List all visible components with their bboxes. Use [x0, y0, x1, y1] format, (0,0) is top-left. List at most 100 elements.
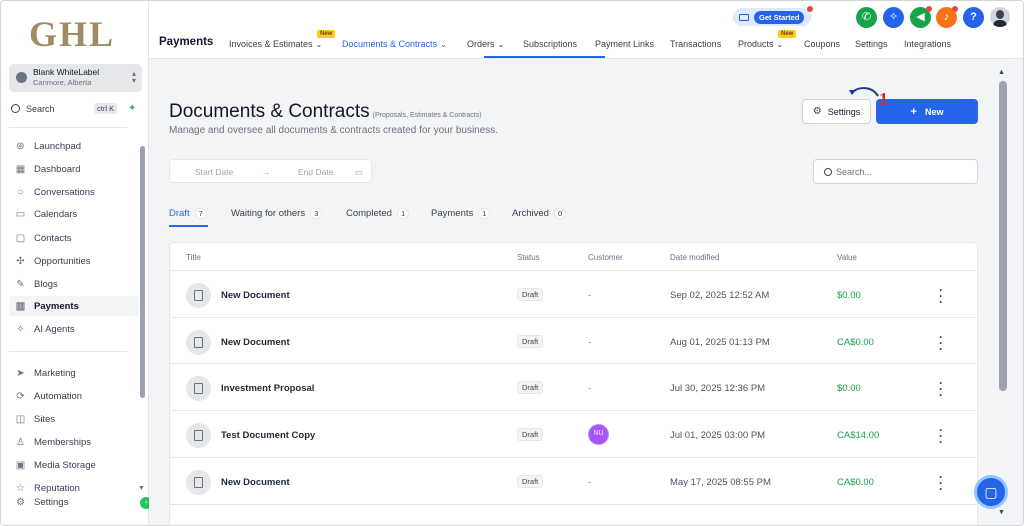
sidebar-item-opportunities[interactable]: ✣ Opportunities [9, 251, 139, 271]
tab-label: Payment Links [595, 39, 655, 49]
tab-transactions[interactable]: Transactions [670, 39, 721, 49]
new-button-label: New [924, 106, 944, 117]
tab-draft[interactable]: Draft 7 [169, 208, 207, 219]
magic-wand-icon[interactable]: ✧ [883, 7, 904, 28]
table-row[interactable] [170, 504, 977, 525]
column-header-date-modified: Date modified [670, 253, 720, 262]
sidebar-item-label: Payments [34, 300, 79, 312]
bell-icon[interactable]: ♪ [936, 6, 958, 28]
account-switcher[interactable]: Blank WhiteLabel Canmore, Alberta ▴ ▾ [9, 64, 142, 92]
scroll-up-icon[interactable]: ▲ [998, 69, 1005, 76]
more-options-icon[interactable]: · · · [937, 377, 945, 401]
status-badge: Draft [517, 381, 544, 394]
chat-support-icon[interactable]: ▢ [974, 475, 1008, 509]
search-icon [824, 168, 832, 176]
table-row[interactable]: Test Document Copy Draft NU Jul 01, 2025… [170, 410, 977, 457]
chevron-updown-icon: ▴ ▾ [131, 69, 136, 85]
tab-payments[interactable]: Payments 1 [431, 208, 491, 219]
document-icon [186, 283, 211, 308]
customer-cell: - [588, 477, 591, 487]
filter-tab-label: Draft [169, 208, 190, 219]
table-row[interactable]: New Document Draft - Sep 02, 2025 12:52 … [170, 270, 977, 317]
sidebar-scrollbar[interactable] [140, 146, 145, 398]
sidebar-item-launchpad[interactable]: ⊛ Launchpad [9, 136, 139, 156]
tab-subscriptions[interactable]: Subscriptions [523, 39, 577, 49]
account-name: Blank WhiteLabel [33, 67, 100, 77]
scroll-down-icon[interactable]: ▼ [998, 509, 1005, 516]
tab-archived[interactable]: Archived 0 [512, 208, 567, 219]
get-started-widget[interactable]: Get Started [733, 6, 813, 26]
sidebar-item-memberships[interactable]: ♙ Memberships [9, 432, 139, 452]
tab-invoices-estimates[interactable]: Invoices & Estimates ⌄ [229, 39, 322, 49]
more-options-icon[interactable]: · · · [937, 284, 945, 308]
document-title[interactable]: New Document [221, 477, 290, 488]
tab-payment-links[interactable]: Payment Links [595, 39, 654, 49]
chevron-down-icon: ⌄ [315, 40, 323, 49]
account-avatar [16, 72, 27, 83]
column-header-customer: Customer [588, 253, 623, 262]
more-options-icon[interactable]: · · · [937, 471, 945, 495]
new-document-button[interactable]: + New [876, 99, 978, 124]
table-row[interactable]: New Document Draft - May 17, 2025 08:55 … [170, 457, 977, 504]
tab-settings[interactable]: Settings [855, 39, 888, 49]
sidebar-search[interactable]: Search ctrl K ✦ [11, 102, 141, 118]
document-title[interactable]: Investment Proposal [221, 383, 314, 394]
sidebar-item-media-storage[interactable]: ▣ Media Storage [9, 455, 139, 475]
count-badge: 1 [478, 208, 491, 219]
tab-documents-contracts[interactable]: Documents & Contracts ⌄ [342, 39, 447, 49]
main-scrollbar[interactable] [999, 81, 1007, 391]
more-options-icon[interactable]: · · · [937, 424, 945, 448]
avatar-head [996, 10, 1004, 19]
sidebar-item-contacts[interactable]: ▢ Contacts [9, 228, 139, 248]
tab-coupons[interactable]: Coupons [804, 39, 840, 49]
date-cell: Sep 02, 2025 12:52 AM [670, 290, 770, 301]
section-title: Payments [159, 36, 214, 48]
start-date-field[interactable]: Start Date [195, 167, 233, 177]
page-title: Documents & Contracts (Proposals, Estimat… [169, 101, 482, 123]
automation-icon: ⟳ [16, 390, 25, 402]
table-row[interactable]: New Document Draft - Aug 01, 2025 01:13 … [170, 317, 977, 364]
tab-products[interactable]: Products ⌄ [738, 39, 783, 49]
sidebar-item-ai-agents[interactable]: ✧ AI Agents [9, 319, 139, 339]
sidebar-item-automation[interactable]: ⟳ Automation [9, 386, 139, 406]
card-icon [739, 13, 749, 21]
account-location: Canmore, Alberta [33, 78, 92, 87]
table-row[interactable]: Investment Proposal Draft - Jul 30, 2025… [170, 363, 977, 410]
tab-orders[interactable]: Orders ⌄ [467, 39, 504, 49]
date-range-picker[interactable]: Start Date → End Date ▭ [169, 159, 372, 183]
count-badge: 0 [553, 208, 567, 219]
megaphone-icon[interactable]: ◀ [910, 6, 932, 28]
more-options-icon[interactable]: · · · [937, 331, 945, 355]
sidebar-item-label: Automation [34, 390, 83, 402]
sidebar-item-calendars[interactable]: ▭ Calendars [9, 204, 139, 224]
quick-action-icon[interactable]: ✦ [128, 103, 136, 114]
customer-avatar[interactable]: NU [588, 424, 609, 445]
sidebar-item-dashboard[interactable]: ▦ Dashboard [9, 159, 139, 179]
help-icon[interactable]: ? [963, 7, 984, 28]
end-date-field[interactable]: End Date [298, 167, 333, 177]
sidebar-item-conversations[interactable]: ○ Conversations [9, 182, 139, 202]
count-badge: 1 [396, 208, 410, 219]
search-input[interactable]: Search... [813, 159, 978, 184]
status-badge: Draft [517, 428, 544, 441]
tab-integrations[interactable]: Integrations [904, 39, 951, 49]
sidebar-divider [9, 127, 127, 128]
sidebar-item-settings[interactable]: ⚙ Settings [9, 492, 139, 512]
sidebar-item-sites[interactable]: ◫ Sites [9, 409, 139, 429]
tab-completed[interactable]: Completed 1 [346, 208, 410, 219]
document-title[interactable]: New Document [221, 337, 290, 348]
tab-waiting-for-others[interactable]: Waiting for others 3 [231, 208, 323, 219]
get-started-button[interactable]: Get Started [754, 10, 805, 24]
sidebar-item-blogs[interactable]: ✎ Blogs [9, 274, 139, 294]
document-title[interactable]: Test Document Copy [221, 430, 315, 441]
status-badge: Draft [517, 288, 544, 301]
user-avatar[interactable] [990, 7, 1010, 27]
chevron-down-icon: ⌄ [776, 40, 784, 49]
sidebar-item-label: Opportunities [34, 255, 91, 267]
settings-button[interactable]: ⚙ Settings [802, 99, 871, 124]
sidebar-item-marketing[interactable]: ➤ Marketing [9, 363, 139, 383]
document-title[interactable]: New Document [221, 290, 290, 301]
phone-icon[interactable]: ✆ [856, 7, 877, 28]
sidebar-item-payments[interactable]: ▥ Payments [9, 296, 139, 316]
scroll-down-icon[interactable]: ▼ [138, 485, 145, 492]
